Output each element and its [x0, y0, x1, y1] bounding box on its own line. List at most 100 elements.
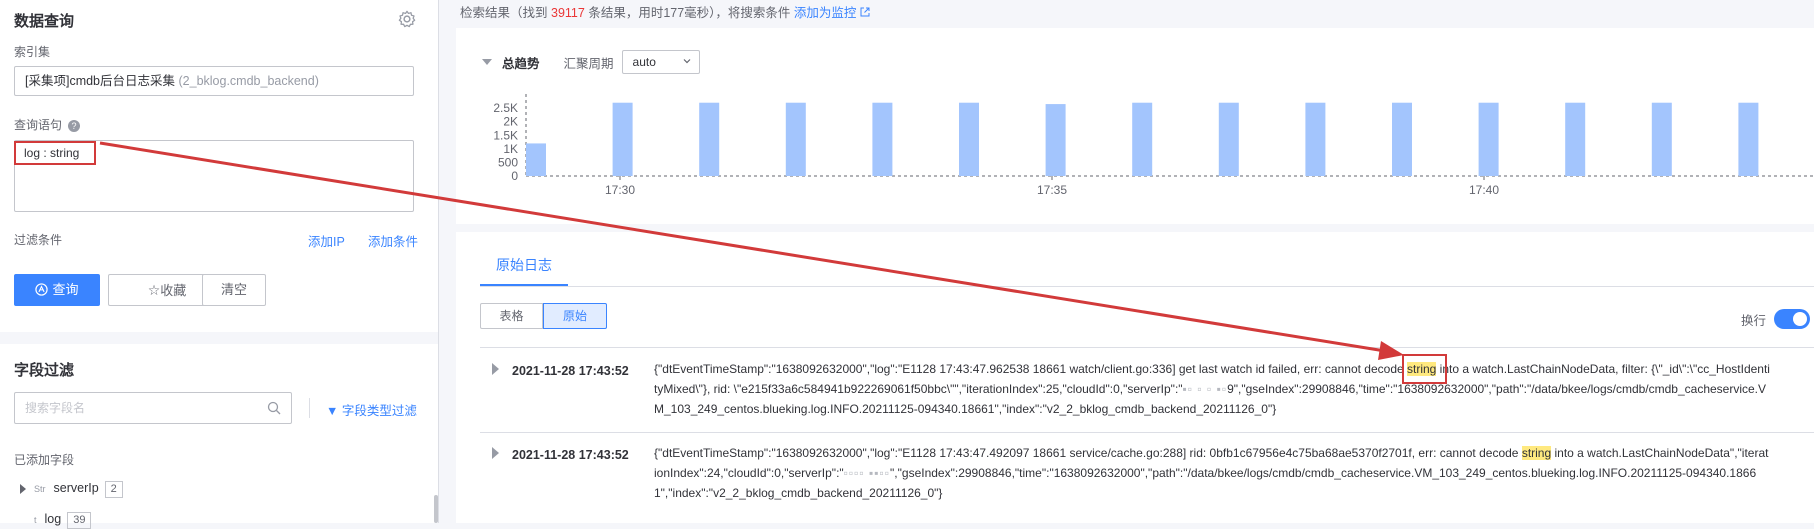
chart-bar[interactable]: [612, 102, 633, 176]
index-set-value: [采集项]cmdb后台日志采集: [25, 74, 176, 88]
wrap-toggle[interactable]: [1774, 309, 1810, 329]
x-tick-label: 17:35: [1037, 183, 1067, 197]
add-ip-link[interactable]: 添加IP: [308, 231, 345, 250]
filter-label: 过滤条件: [14, 233, 63, 247]
y-tick-label: 1.5K: [493, 128, 518, 142]
field-type-filter[interactable]: ▼ 字段类型过滤: [326, 400, 417, 419]
field-filter-title: 字段过滤: [14, 362, 75, 379]
result-summary: 检索结果（找到 39117 条结果，用时177毫秒），将搜索条件 添加为监控: [460, 2, 870, 21]
y-tick-label: 2.5K: [493, 101, 518, 115]
chart-bar[interactable]: [1738, 102, 1759, 176]
match-highlight: string: [1521, 446, 1552, 460]
y-tick-label: 2K: [503, 115, 518, 129]
query-sidebar: 数据查询 索引集 [采集项]cmdb后台日志采集 (2_bklog.cmdb_b…: [0, 0, 439, 529]
query-button[interactable]: 查询: [14, 274, 100, 306]
chart-bar[interactable]: [785, 102, 806, 176]
chart-bar[interactable]: [1392, 102, 1412, 176]
chart-bar[interactable]: [1305, 102, 1326, 176]
index-set-sub: (2_bklog.cmdb_backend): [178, 74, 319, 88]
external-link-icon: [860, 7, 870, 17]
row-divider: [480, 347, 1814, 348]
chart-bar[interactable]: [1045, 104, 1066, 176]
sidebar-title: 数据查询: [14, 13, 75, 30]
field-search-placeholder: 搜索字段名: [25, 401, 86, 415]
period-select[interactable]: auto: [621, 50, 700, 74]
wrap-label: 换行: [1741, 314, 1767, 328]
y-tick-label: 1K: [503, 142, 518, 156]
query-label: 查询语句: [14, 118, 63, 132]
search-icon: [267, 401, 281, 415]
trend-header: 总趋势 汇聚周期 auto: [482, 49, 700, 75]
field-item[interactable]: t log 39: [20, 512, 92, 529]
tab-raw-log[interactable]: 原始日志: [480, 254, 568, 286]
chart-bar[interactable]: [1565, 102, 1586, 176]
field-search-input[interactable]: 搜索字段名: [14, 392, 292, 424]
result-prefix: 检索结果（找到: [460, 6, 548, 20]
search-circle-icon: [35, 283, 49, 296]
query-button-label: 查询: [52, 282, 79, 297]
field-type-filter-label: 字段类型过滤: [341, 404, 417, 418]
query-value-highlight: log : string: [14, 141, 96, 165]
index-set-select[interactable]: [采集项]cmdb后台日志采集 (2_bklog.cmdb_backend): [14, 66, 414, 96]
collapse-icon[interactable]: [482, 59, 492, 65]
field-name: log: [44, 512, 62, 526]
chart-bar[interactable]: [699, 102, 720, 176]
field-type: Str: [34, 484, 46, 494]
funnel-icon: ▼: [326, 404, 339, 418]
field-name: serverIp: [53, 481, 99, 495]
star-icon: ☆: [147, 282, 161, 298]
chevron-down-icon: [683, 59, 690, 64]
log-content[interactable]: {"dtEventTimeStamp":"1638092632000","log…: [654, 443, 1770, 503]
trend-chart: 2.5K2K1.5K1K5000 17:30 17:35 17:40: [493, 94, 1814, 197]
period-value: auto: [632, 55, 656, 69]
expand-row-icon[interactable]: [492, 363, 499, 375]
trend-title: 总趋势: [502, 56, 540, 71]
expand-icon: [20, 483, 26, 494]
added-fields-label: 已添加字段: [14, 453, 75, 467]
period-label: 汇聚周期: [563, 56, 614, 71]
add-monitor-link[interactable]: 添加为监控: [794, 6, 870, 20]
row-divider: [480, 432, 1814, 433]
chart-bar[interactable]: [1651, 102, 1672, 176]
chart-bar[interactable]: [1478, 102, 1499, 176]
y-tick-label: 0: [511, 169, 518, 183]
log-text: {"dtEventTimeStamp":"1638092632000","log…: [654, 446, 1522, 460]
add-condition-link[interactable]: 添加条件: [368, 231, 418, 250]
clear-button[interactable]: 清空: [202, 274, 266, 306]
log-content[interactable]: {"dtEventTimeStamp":"1638092632000","log…: [654, 359, 1770, 419]
view-table-button[interactable]: 表格: [480, 303, 543, 329]
field-count: 39: [67, 512, 92, 529]
field-type: t: [34, 515, 37, 525]
masked-ip: ▫▫▫▫ ▪▪▫▫: [843, 466, 891, 480]
masked-ip: ▪▫ ▫ ▫ ▪▫: [1182, 382, 1228, 396]
field-item[interactable]: Str serverIp 2: [20, 481, 123, 498]
field-count: 2: [104, 481, 123, 498]
index-set-label: 索引集: [14, 45, 51, 59]
gear-icon[interactable]: [398, 10, 416, 28]
x-tick-label: 17:40: [1469, 183, 1499, 197]
chart-bar[interactable]: [959, 102, 979, 176]
vertical-divider: [309, 398, 310, 418]
chart-bar[interactable]: [526, 143, 546, 176]
result-count: 39117: [551, 6, 585, 20]
chart-bar[interactable]: [872, 102, 893, 176]
view-raw-button[interactable]: 原始: [543, 303, 607, 329]
section-divider: [0, 332, 438, 344]
annotation-box: [1402, 354, 1447, 384]
log-text: {"dtEventTimeStamp":"1638092632000","log…: [654, 362, 1407, 376]
result-suffix: 条结果，用时177毫秒），将搜索条件: [588, 6, 791, 20]
tab-underline: [480, 286, 1814, 287]
favorite-button-label: 收藏: [160, 283, 187, 298]
expand-row-icon[interactable]: [492, 447, 499, 459]
sidebar-scrollbar[interactable]: [434, 495, 438, 523]
query-label-row: 查询语句?: [14, 116, 81, 133]
log-time: 2021-11-28 17:43:52: [512, 448, 629, 462]
log-time: 2021-11-28 17:43:52: [512, 364, 629, 378]
help-icon[interactable]: ?: [68, 119, 81, 132]
y-tick-label: 500: [498, 155, 518, 169]
x-tick-label: 17:30: [605, 183, 635, 197]
add-monitor-label: 添加为监控: [793, 6, 857, 20]
chart-bar[interactable]: [1132, 102, 1153, 176]
chart-bar[interactable]: [1218, 102, 1239, 176]
clear-button-label: 清空: [220, 282, 247, 297]
